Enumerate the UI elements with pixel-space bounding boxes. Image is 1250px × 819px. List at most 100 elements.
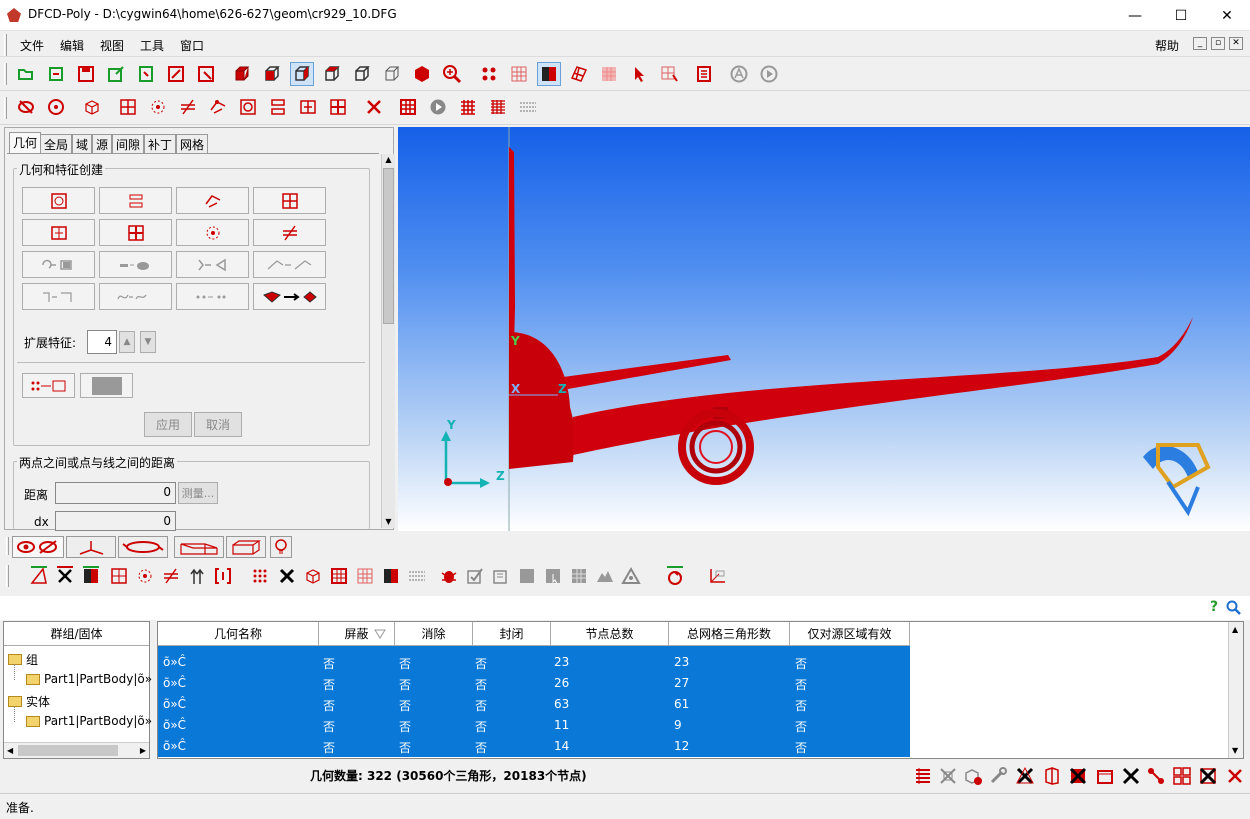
fine-mesh-icon[interactable] (597, 62, 621, 86)
gray-grid-icon[interactable] (568, 565, 590, 587)
report-icon[interactable] (692, 62, 716, 86)
node-icon[interactable] (134, 565, 156, 587)
delete-grid-icon[interactable] (1198, 766, 1218, 786)
delete-node-icon[interactable] (1015, 766, 1035, 786)
select-mesh-icon[interactable] (657, 62, 681, 86)
spin-up-button[interactable]: ▲ (119, 331, 135, 353)
tab-patch[interactable]: 补丁 (144, 134, 177, 154)
convert-button[interactable] (253, 283, 326, 310)
half-shade-icon[interactable] (380, 565, 402, 587)
view-solid-icon[interactable] (230, 62, 254, 86)
menu-file[interactable]: 文件 (20, 37, 44, 54)
gray-fill-icon[interactable] (516, 565, 538, 587)
select-icon[interactable] (627, 62, 651, 86)
col-header-nodes[interactable]: 节点总数 (551, 622, 669, 646)
flip-button[interactable] (176, 251, 249, 278)
solid-button[interactable] (80, 373, 133, 398)
triangle-show-icon[interactable] (28, 565, 50, 587)
tab-source[interactable]: 源 (92, 134, 113, 154)
close-red-icon[interactable] (1225, 766, 1245, 786)
grid-split-icon[interactable] (326, 95, 350, 119)
intersect-button[interactable] (253, 219, 326, 246)
scale-icon[interactable] (194, 62, 218, 86)
extend-feature-input[interactable]: 4 (87, 330, 117, 354)
menu-window[interactable]: 窗口 (180, 37, 204, 54)
close-button[interactable]: ✕ (1204, 0, 1250, 31)
view-wire-icon[interactable] (380, 62, 404, 86)
mdi-close-button[interactable]: ✕ (1229, 37, 1243, 50)
tab-rotate[interactable] (118, 536, 168, 558)
edge-create-button[interactable] (176, 187, 249, 214)
tools-icon[interactable] (988, 766, 1008, 786)
export-icon[interactable] (104, 62, 128, 86)
dots-grid-icon[interactable] (250, 565, 272, 587)
cancel-button[interactable]: 取消 (194, 412, 242, 437)
package-icon[interactable] (1095, 766, 1115, 786)
grid-vscrollbar[interactable]: ▲ ▼ (1228, 622, 1243, 758)
check-edit-icon[interactable] (464, 565, 486, 587)
help-icon[interactable]: ? (1210, 599, 1218, 615)
tree-node-part1[interactable]: Part1|PartBody|õ» (26, 672, 152, 686)
book-icon[interactable] (1042, 766, 1062, 786)
tab-light[interactable] (270, 536, 292, 558)
smooth-edge-button[interactable] (99, 283, 172, 310)
intersect-icon[interactable] (176, 95, 200, 119)
shuffle-icon[interactable] (938, 766, 958, 786)
view-back-icon[interactable] (350, 62, 374, 86)
tab-gap[interactable]: 间隙 (112, 134, 145, 154)
edge-icon[interactable] (206, 95, 230, 119)
tree-header[interactable]: 群组/固体 (4, 622, 149, 646)
scroll-thumb[interactable] (383, 168, 394, 324)
save-icon[interactable] (74, 62, 98, 86)
box-icon[interactable] (80, 95, 104, 119)
tree-node-group[interactable]: 组 (8, 651, 38, 668)
hide-all-icon[interactable] (54, 565, 76, 587)
3d-viewport[interactable]: Y X Z Y Z (398, 127, 1250, 531)
surface-split-icon[interactable] (108, 565, 130, 587)
menu-edit[interactable]: 编辑 (60, 37, 84, 54)
menu-tools[interactable]: 工具 (140, 37, 164, 54)
gray-cursor-icon[interactable] (542, 565, 564, 587)
group-tree[interactable]: 群组/固体 组 Part1|PartBody|õ» 实体 Part1|PartB… (3, 621, 152, 759)
center-icon[interactable] (44, 95, 68, 119)
align-button[interactable] (99, 187, 172, 214)
tree-hscrollbar[interactable]: ◀ ▶ (4, 742, 149, 758)
hatch-icon[interactable] (456, 95, 480, 119)
scroll-up-arrow[interactable]: ▲ (382, 154, 395, 166)
terrain-icon[interactable] (594, 565, 616, 587)
bracket-icon[interactable] (212, 565, 234, 587)
ruler-icon[interactable] (406, 565, 428, 587)
scale-bar-icon[interactable] (516, 95, 540, 119)
mesh-view-icon[interactable] (354, 565, 376, 587)
table-row[interactable]: õ»Ĉ 否 否 否 26 27 否 (158, 673, 910, 694)
table-row[interactable]: õ»Ĉ 否 否 否 11 9 否 (158, 715, 910, 736)
collapse-button[interactable] (99, 251, 172, 278)
warning-icon[interactable] (620, 565, 642, 587)
table-row[interactable]: õ»Ĉ 否 否 否 14 12 否 (158, 736, 910, 757)
tab-plane[interactable] (174, 536, 224, 558)
hatch-dense-icon[interactable] (486, 95, 510, 119)
panel-scrollbar[interactable]: ▲ ▼ (381, 154, 395, 528)
view-side-icon[interactable] (290, 62, 314, 86)
tab-visibility[interactable] (12, 536, 64, 558)
align-icon[interactable] (266, 95, 290, 119)
about-icon[interactable] (727, 62, 751, 86)
cross-split-button[interactable] (99, 219, 172, 246)
tree-node-part1-solid[interactable]: Part1|PartBody|õ» (26, 714, 152, 728)
add-cube-icon[interactable] (963, 766, 983, 786)
face-icon[interactable] (236, 95, 260, 119)
tab-box[interactable] (226, 536, 266, 558)
view-iso-icon[interactable] (410, 62, 434, 86)
hide-geometry-icon[interactable] (14, 95, 38, 119)
recycle-icon[interactable] (664, 565, 686, 587)
shade-icon[interactable] (537, 62, 561, 86)
col-header-source-only[interactable]: 仅对源区域有效 (790, 622, 910, 646)
grid-split-button[interactable] (253, 187, 326, 214)
import-icon[interactable] (44, 62, 68, 86)
col-header-remove[interactable]: 消除 (395, 622, 473, 646)
delete-icon[interactable] (362, 95, 386, 119)
export-file-icon[interactable] (134, 62, 158, 86)
split-button[interactable] (22, 219, 95, 246)
mdi-restore-button[interactable]: ▫ (1211, 37, 1225, 50)
tab-geometry[interactable]: 几何 (9, 132, 42, 154)
